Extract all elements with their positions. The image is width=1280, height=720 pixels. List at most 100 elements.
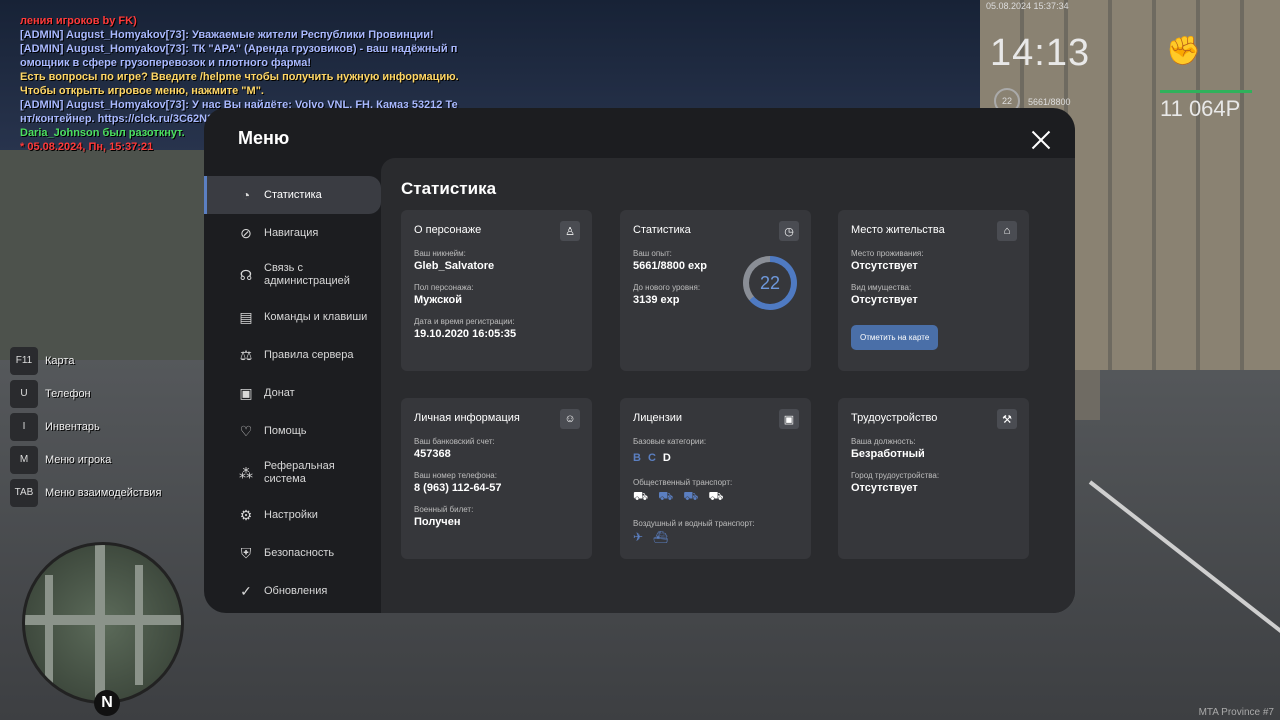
person-icon: ♙ <box>560 221 580 241</box>
face-icon: ☺ <box>560 409 580 429</box>
menu-sidebar: ◔ Статистика ⊘ Навигация ☊ Связь с админист… <box>204 176 381 610</box>
stats-card: Статистика ◷ Ваш опыт: 5661/8800 exp До … <box>620 210 811 371</box>
hud-date: 05.08.2024 15:37:34 <box>986 1 1069 11</box>
sidebar-item-commands[interactable]: ▤ Команды и клавиши <box>204 298 381 336</box>
card-title: Лицензии <box>633 412 683 424</box>
sidebar-item-referral[interactable]: ⁂ Реферальная система <box>204 450 381 496</box>
sidebar-item-rules[interactable]: ⚖ Правила сервера <box>204 336 381 374</box>
hint-key: F11 <box>10 346 38 375</box>
card-title: Трудоустройство <box>851 412 938 424</box>
hint-key: U <box>10 379 38 408</box>
trolleybus-icon: ⛟ <box>658 489 674 503</box>
card-title: О персонаже <box>414 224 482 236</box>
sidebar-item-statistics[interactable]: ◔ Статистика <box>204 176 381 214</box>
sidebar-item-label: Обновления <box>264 585 328 597</box>
sidebar-item-updates[interactable]: ✓ Обновления <box>204 572 381 610</box>
sidebar-item-security[interactable]: ⛨ Безопасность <box>204 534 381 572</box>
keybind-hints: F11 Карта U Телефон I Инвентарь M Меню игрок… <box>10 346 161 511</box>
hint-label: Карта <box>45 354 75 367</box>
sidebar-item-label: Команды и клавиши <box>264 311 368 323</box>
field-label: Военный билет: <box>414 505 474 514</box>
field-label: Ваш никнейм: <box>414 249 466 258</box>
field-label: Ваш номер телефона: <box>414 471 497 480</box>
license-category-b: B <box>633 452 641 464</box>
sidebar-item-navigation[interactable]: ⊘ Навигация <box>204 214 381 252</box>
close-icon[interactable] <box>1029 128 1053 152</box>
bank-value: 457368 <box>414 448 451 460</box>
hint-map: F11 Карта <box>10 346 161 375</box>
military-value: Получен <box>414 516 461 528</box>
field-label: Дата и время регистрации: <box>414 317 515 326</box>
employment-card: Трудоустройство ⚒ Ваша должность: Безраб… <box>838 398 1029 559</box>
game-menu: Меню ◔ Статистика ⊘ Навигация ☊ Связь с адм… <box>204 108 1075 613</box>
sidebar-item-label: Правила сервера <box>264 349 354 361</box>
personal-card: Личная информация ☺ Ваш банковский счет:… <box>401 398 592 559</box>
network-icon: ⁂ <box>239 464 253 481</box>
air-water-transport-icons: ✈ ⛴ <box>633 530 798 544</box>
sidebar-item-label: Донат <box>264 387 295 399</box>
document-icon: ▤ <box>239 308 253 325</box>
chat-line: [ADMIN] August_Homyakov[73]: Уважаемые ж… <box>20 29 434 41</box>
hint-label: Меню взаимодействия <box>45 486 162 499</box>
minimap-road <box>95 545 105 701</box>
hint-inventory: I Инвентарь <box>10 412 161 441</box>
field-label: Место проживания: <box>851 249 924 258</box>
gender-value: Мужской <box>414 294 463 306</box>
boat-icon: ⛴ <box>653 530 669 544</box>
nickname-value: Gleb_Salvatore <box>414 260 495 272</box>
sidebar-item-admin-contact[interactable]: ☊ Связь с администрацией <box>204 252 381 298</box>
hint-phone: U Телефон <box>10 379 161 408</box>
license-categories: BCD <box>633 448 798 466</box>
residence-value: Отсутствует <box>851 260 918 272</box>
hint-player-menu: M Меню игрока <box>10 445 161 474</box>
level-value: 22 <box>749 262 791 304</box>
compass-icon: ⊘ <box>240 224 252 241</box>
license-category-c: C <box>647 452 656 464</box>
field-label: Общественный транспорт: <box>633 478 733 487</box>
hint-key: TAB <box>10 478 38 507</box>
position-value: Безработный <box>851 448 925 460</box>
tram-icon: ⛟ <box>683 489 699 503</box>
minimap-road <box>135 565 143 685</box>
health-bar <box>1160 90 1252 93</box>
sidebar-item-label: Реферальная система <box>264 460 335 485</box>
airplane-icon: ✈ <box>633 530 644 544</box>
fist-icon: ✊ <box>1166 35 1201 66</box>
scales-icon: ⚖ <box>239 346 253 363</box>
north-indicator: N <box>94 690 120 716</box>
chat-line: Чтобы открыть игровое меню, нажмите "M". <box>20 85 264 97</box>
sidebar-item-label: Помощь <box>264 425 307 437</box>
bus-icon: ⛟ <box>633 489 649 503</box>
sidebar-item-label: Безопасность <box>264 547 335 559</box>
mark-on-map-button[interactable]: Отметить на карте <box>851 325 939 350</box>
sidebar-item-settings[interactable]: ⚙ Настройки <box>204 496 381 534</box>
hint-interaction-menu: TAB Меню взаимодействия <box>10 478 161 507</box>
hud-exp: 5661/8800 <box>1028 97 1071 107</box>
property-value: Отсутствует <box>851 294 918 306</box>
employment-city-value: Отсутствует <box>851 482 918 494</box>
card-title: Место жительства <box>851 224 945 236</box>
minimap-road <box>45 575 53 685</box>
pie-chart-icon: ◔ <box>241 187 251 203</box>
page-title: Статистика <box>401 179 497 198</box>
sidebar-item-donate[interactable]: ▣ Донат <box>204 374 381 412</box>
minimap <box>22 542 184 704</box>
tools-icon: ⚒ <box>997 409 1017 429</box>
chat-line: омощник в сфере грузоперевозок и плотног… <box>20 57 312 69</box>
registration-value: 19.10.2020 16:05:35 <box>414 328 517 340</box>
sidebar-item-label: Настройки <box>264 509 318 521</box>
hint-label: Меню игрока <box>45 453 112 466</box>
field-label: Ваш банковский счет: <box>414 437 495 446</box>
menu-content: Статистика О персонаже ♙ Ваш никнейм: Gl… <box>381 158 1075 613</box>
headset-icon: ☊ <box>239 266 253 283</box>
field-label: Ваша должность: <box>851 437 916 446</box>
sidebar-item-label: Статистика <box>264 189 322 201</box>
phone-value: 8 (963) 112-64-57 <box>414 482 502 494</box>
hint-label: Телефон <box>45 387 91 400</box>
card-title: Личная информация <box>414 412 520 424</box>
home-icon: ⌂ <box>997 221 1017 241</box>
shield-icon: ⛨ <box>240 544 252 561</box>
chat-line: Есть вопросы по игре? Введите /helpme чт… <box>20 71 459 83</box>
sidebar-item-help[interactable]: ♡ Помощь <box>204 412 381 450</box>
hud-money: 11 064P <box>1160 96 1241 121</box>
